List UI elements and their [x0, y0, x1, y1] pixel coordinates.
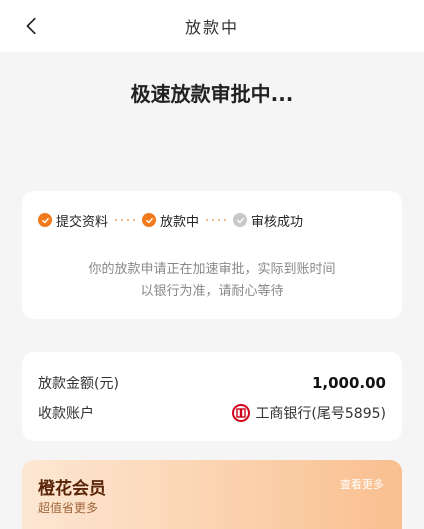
member-title: 橙花会员: [38, 479, 106, 499]
account-label: 收款账户: [38, 406, 94, 422]
view-more-link[interactable]: 查看更多: [340, 476, 384, 492]
step-connector: [204, 219, 228, 221]
progress-steps: 提交资料 放款中 审核成功: [38, 210, 303, 230]
check-circle-icon: [38, 213, 52, 227]
status-headline: 极速放款审批中...: [130, 82, 294, 106]
progress-description: 你的放款申请正在加速审批，实际到账时间 以银行为准，请耐心等待: [22, 259, 402, 303]
description-line: 你的放款申请正在加速审批，实际到账时间: [88, 262, 336, 277]
step-lending: 放款中: [142, 211, 199, 230]
amount-value: 1,000.00: [311, 374, 386, 392]
member-subtitle: 超值省更多: [38, 501, 99, 515]
icbc-logo-icon: [232, 404, 251, 422]
description-line: 以银行为准，请耐心等待: [140, 284, 284, 299]
loan-info-card: 放款金额(元) 1,000.00 收款账户 工商银行(尾号5895): [22, 352, 402, 441]
account-value: 工商银行(尾号5895): [255, 406, 386, 422]
back-button[interactable]: [16, 10, 48, 42]
step-label: 提交资料: [56, 214, 109, 230]
check-circle-gray-icon: [233, 213, 248, 227]
nav-bar: 放款中: [0, 0, 424, 52]
bank-account: 工商银行(尾号5895): [232, 403, 386, 423]
step-label: 审核成功: [251, 214, 304, 230]
check-circle-icon: [142, 213, 157, 227]
amount-row: 放款金额(元) 1,000.00: [38, 373, 386, 393]
step-submit: 提交资料: [38, 211, 108, 230]
progress-card: 提交资料 放款中 审核成功 你的放款申请正在加速审批，实际到账时间 以银行为准，…: [22, 191, 402, 319]
step-approved: 审核成功: [233, 211, 303, 230]
member-banner[interactable]: 橙花会员 超值省更多 查看更多: [22, 460, 402, 529]
page-title: 放款中: [184, 18, 239, 37]
step-label: 放款中: [160, 214, 200, 230]
amount-label: 放款金额(元): [38, 376, 119, 392]
step-connector: [113, 219, 137, 221]
chevron-left-icon: [26, 17, 36, 35]
account-row: 收款账户 工商银行(尾号5895): [38, 403, 386, 423]
